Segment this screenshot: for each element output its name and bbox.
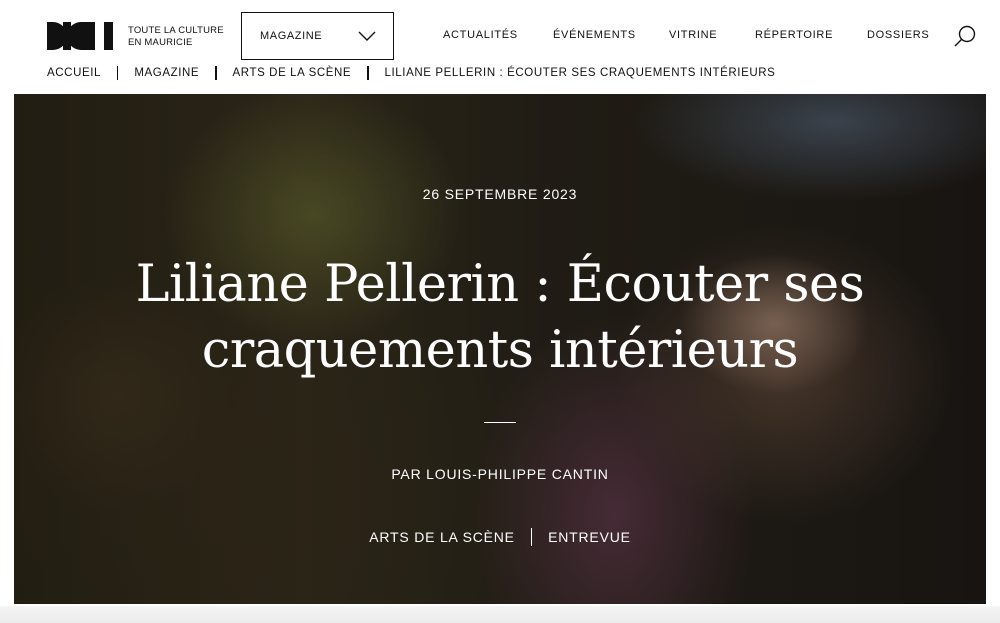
tag-entrevue[interactable]: ENTREVUE [548, 529, 631, 545]
breadcrumb-separator [367, 66, 369, 80]
tag-separator [530, 528, 533, 546]
breadcrumb-separator [215, 66, 217, 80]
breadcrumb-separator [117, 66, 119, 80]
tag-arts-de-la-scene[interactable]: ARTS DE LA SCÈNE [369, 529, 515, 545]
chevron-down-icon [358, 29, 376, 47]
search-icon[interactable] [953, 24, 977, 48]
article-date: 26 SEPTEMBRE 2023 [422, 186, 578, 202]
tagline-line-2: EN MAURICIE [128, 37, 193, 48]
site-header: TOUTE LA CULTURE EN MAURICIE MAGAZINE AC… [0, 0, 1000, 66]
section-dropdown-value: MAGAZINE [260, 30, 323, 42]
nav-repertoire[interactable]: RÉPERTOIRE [755, 29, 833, 41]
breadcrumb: ACCUEIL MAGAZINE ARTS DE LA SCÈNE LILIAN… [47, 64, 775, 82]
nav-dossiers[interactable]: DOSSIERS [867, 29, 929, 41]
hero-divider [484, 422, 516, 424]
article-hero: 26 SEPTEMBRE 2023 Liliane Pellerin : Éco… [14, 94, 986, 604]
breadcrumb-current: LILIANE PELLERIN : ÉCOUTER SES CRAQUEMEN… [384, 67, 776, 79]
section-dropdown[interactable]: MAGAZINE [241, 12, 394, 60]
hero-content: 26 SEPTEMBRE 2023 Liliane Pellerin : Éco… [14, 94, 986, 604]
breadcrumb-home[interactable]: ACCUEIL [47, 67, 101, 79]
tagline-line-1: TOUTE LA CULTURE [128, 25, 224, 36]
nav-evenements[interactable]: ÉVÉNEMENTS [553, 29, 636, 41]
site-tagline: TOUTE LA CULTURE EN MAURICIE [128, 25, 224, 49]
nav-actualites[interactable]: ACTUALITÉS [443, 29, 518, 41]
page-bottom-divider [0, 606, 1000, 623]
nav-vitrine[interactable]: VITRINE [669, 29, 717, 41]
article-title: Liliane Pellerin : Écouter ses craquemen… [135, 255, 865, 380]
article-tags: ARTS DE LA SCÈNE ENTREVUE [14, 528, 986, 546]
breadcrumb-category[interactable]: ARTS DE LA SCÈNE [233, 67, 352, 79]
article-author: PAR LOUIS-PHILIPPE CANTIN [391, 466, 609, 482]
breadcrumb-section[interactable]: MAGAZINE [134, 67, 199, 79]
dici-logo-icon[interactable] [47, 21, 113, 51]
